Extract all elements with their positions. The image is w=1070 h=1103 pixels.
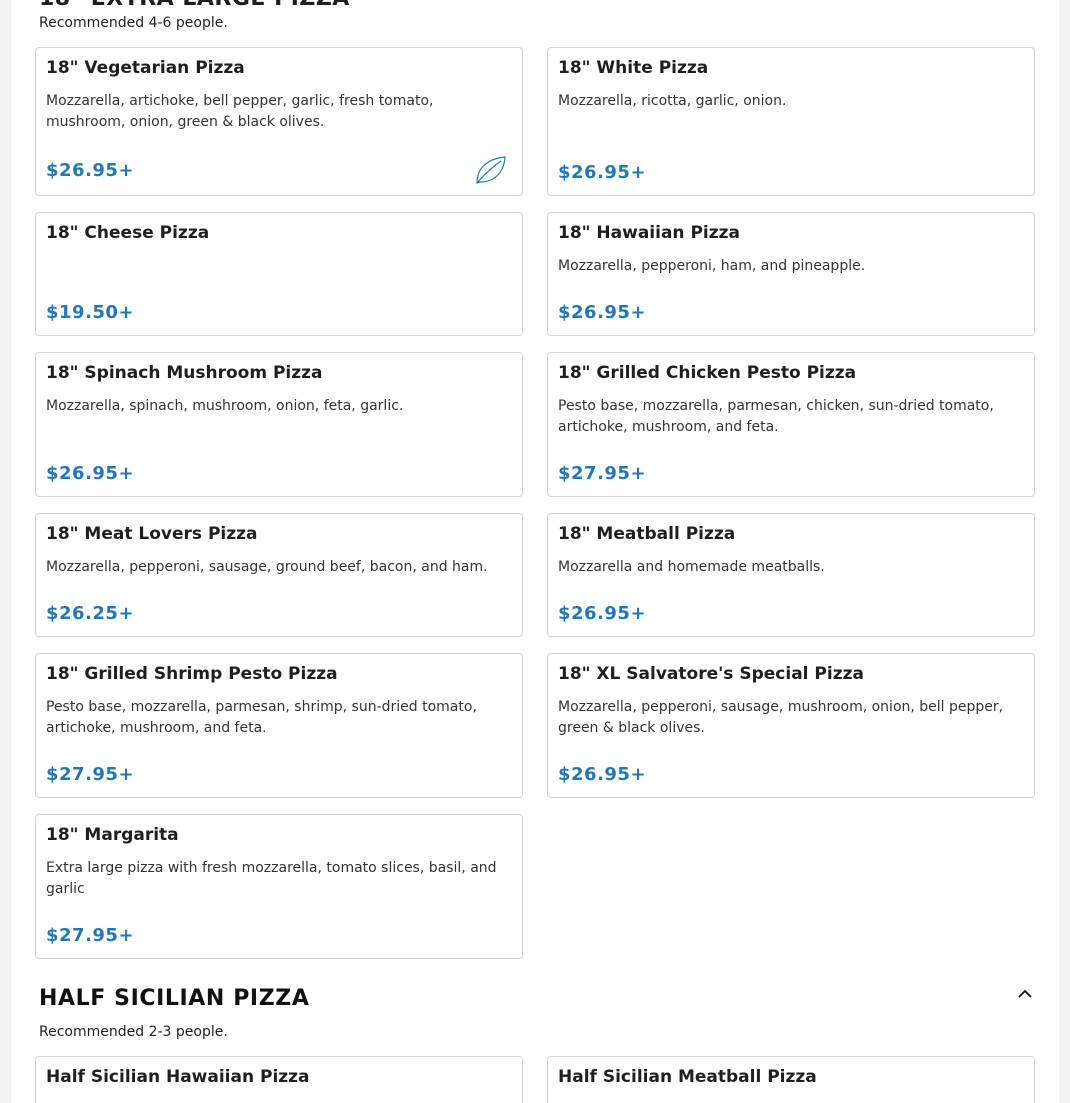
menu-item-card[interactable]: 18" Cheese Pizza $19.50+ xyxy=(35,212,523,336)
menu-item-card[interactable]: 18" Grilled Chicken Pesto Pizza Pesto ba… xyxy=(547,352,1035,497)
item-price: $27.95+ xyxy=(46,764,135,785)
item-description: Mozzarella, pepperoni, sausage, mushroom… xyxy=(558,699,1004,736)
section-subtitle: Recommended 2-3 people. xyxy=(39,1024,228,1040)
item-price: $26.95+ xyxy=(558,764,647,785)
item-name: Half Sicilian Meatball Pizza xyxy=(558,1067,817,1087)
item-name: Half Sicilian Hawaiian Pizza xyxy=(46,1067,310,1087)
item-name: 18" Grilled Chicken Pesto Pizza xyxy=(558,363,857,383)
item-name: 18" Grilled Shrimp Pesto Pizza xyxy=(46,664,338,684)
item-name: 18" Spinach Mushroom Pizza xyxy=(46,363,323,383)
item-price: $27.95+ xyxy=(558,463,647,484)
item-price: $26.95+ xyxy=(558,302,647,323)
menu-item-card[interactable]: 18" Grilled Shrimp Pesto Pizza Pesto bas… xyxy=(35,653,523,798)
item-name: 18" Cheese Pizza xyxy=(46,223,210,243)
item-price: $26.95+ xyxy=(46,463,135,484)
item-description: Extra large pizza with fresh mozzarella,… xyxy=(46,860,497,897)
item-description: Mozzarella, ricotta, garlic, onion. xyxy=(558,93,787,109)
item-description: Mozzarella and homemade meatballs. xyxy=(558,559,825,575)
item-description: Mozzarella, pepperoni, ham, and pineappl… xyxy=(558,258,866,274)
menu-item-card[interactable]: Half Sicilian Hawaiian Pizza xyxy=(35,1056,523,1103)
item-price: $26.95+ xyxy=(558,162,647,183)
menu-item-card[interactable]: 18" Vegetarian Pizza Mozzarella, articho… xyxy=(35,47,523,196)
item-price: $27.95+ xyxy=(46,925,135,946)
item-name: 18" Vegetarian Pizza xyxy=(46,58,245,78)
item-name: 18" Meatball Pizza xyxy=(558,524,736,544)
item-description: Pesto base, mozzarella, parmesan, shrimp… xyxy=(46,699,477,736)
menu-item-card[interactable]: 18" Meatball Pizza Mozzarella and homema… xyxy=(547,513,1035,637)
item-price: $26.95+ xyxy=(558,603,647,624)
item-name: 18" White Pizza xyxy=(558,58,709,78)
item-description: Mozzarella, pepperoni, sausage, ground b… xyxy=(46,559,488,575)
menu-item-card[interactable]: 18" White Pizza Mozzarella, ricotta, gar… xyxy=(547,47,1035,196)
item-price: $26.95+ xyxy=(46,160,135,181)
section-title-half-sicilian: HALF SICILIAN PIZZA xyxy=(39,986,310,1011)
item-name: 18" Margarita xyxy=(46,825,179,845)
item-price: $19.50+ xyxy=(46,302,135,323)
menu-item-card[interactable]: 18" Meat Lovers Pizza Mozzarella, pepper… xyxy=(35,513,523,637)
menu-item-card[interactable]: 18" Hawaiian Pizza Mozzarella, pepperoni… xyxy=(547,212,1035,336)
menu-item-card[interactable]: 18" Spinach Mushroom Pizza Mozzarella, s… xyxy=(35,352,523,497)
item-name: 18" Hawaiian Pizza xyxy=(558,223,741,243)
item-name: 18" Meat Lovers Pizza xyxy=(46,524,258,544)
chevron-up-icon xyxy=(1018,989,1032,998)
menu-item-card[interactable]: 18" XL Salvatore's Special Pizza Mozzare… xyxy=(547,653,1035,798)
item-description: Pesto base, mozzarella, parmesan, chicke… xyxy=(558,398,994,435)
menu-item-card[interactable]: Half Sicilian Meatball Pizza xyxy=(547,1056,1035,1103)
leaf-icon xyxy=(476,156,506,184)
item-price: $26.25+ xyxy=(46,603,135,624)
section-title-extra-large: 18" EXTRA LARGE PIZZA xyxy=(39,0,350,11)
item-description: Mozzarella, artichoke, bell pepper, garl… xyxy=(46,93,434,130)
item-name: 18" XL Salvatore's Special Pizza xyxy=(558,664,864,684)
section-subtitle: Recommended 4-6 people. xyxy=(39,15,228,31)
item-description: Mozzarella, spinach, mushroom, onion, fe… xyxy=(46,398,404,414)
menu-item-card[interactable]: 18" Margarita Extra large pizza with fre… xyxy=(35,814,523,959)
menu-page: 18" EXTRA LARGE PIZZA Recommended 4-6 pe… xyxy=(11,0,1059,1103)
collapse-section-button[interactable] xyxy=(1013,981,1037,1005)
